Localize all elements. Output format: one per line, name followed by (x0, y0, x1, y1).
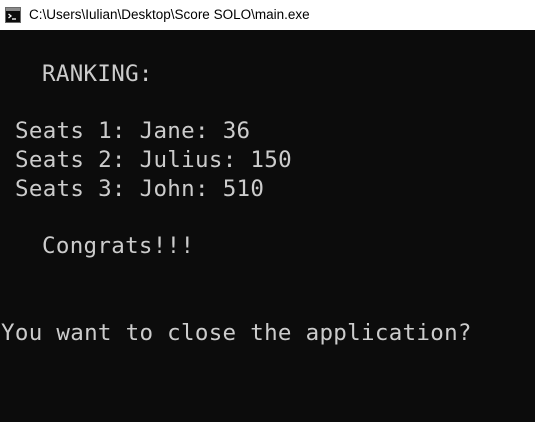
ranking-line-2: Seats 2: Julius: 150 (15, 147, 292, 173)
window-title: C:\Users\Iulian\Desktop\Score SOLO\main.… (29, 7, 310, 22)
ranking-heading: RANKING: (42, 61, 153, 87)
console-output: RANKING: Seats 1: Jane: 36 Seats 2: Juli… (0, 30, 535, 422)
congrats-message: Congrats!!! (42, 233, 195, 259)
ranking-line-1: Seats 1: Jane: 36 (15, 118, 251, 144)
ranking-line-3: Seats 3: John: 510 (15, 176, 265, 202)
console-app-icon (5, 7, 21, 23)
title-bar[interactable]: C:\Users\Iulian\Desktop\Score SOLO\main.… (0, 0, 535, 30)
console-window: C:\Users\Iulian\Desktop\Score SOLO\main.… (0, 0, 535, 422)
close-prompt: You want to close the application? (1, 320, 472, 346)
